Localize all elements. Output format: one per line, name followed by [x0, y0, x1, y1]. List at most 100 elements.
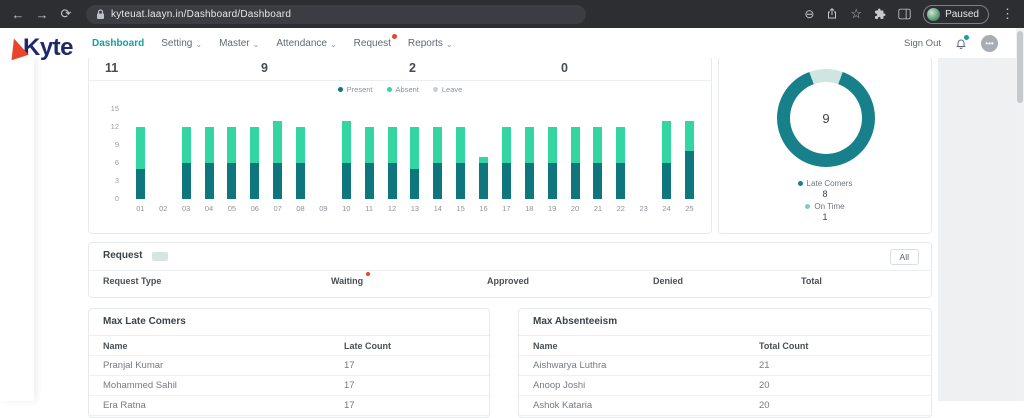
- zoom-out-icon[interactable]: ⊖: [804, 7, 814, 21]
- bar-segment-present: [250, 163, 260, 199]
- bar-01: [135, 109, 145, 199]
- nav-item-setting[interactable]: Setting ⌄: [161, 38, 202, 49]
- bar-segment-absent: [501, 127, 511, 163]
- nav-item-master[interactable]: Master ⌄: [219, 38, 259, 49]
- x-axis-label: 25: [685, 204, 694, 213]
- chevron-down-icon: ⌄: [195, 39, 203, 49]
- profile-sync-paused-button[interactable]: Paused: [923, 4, 989, 24]
- sign-out-link[interactable]: Sign Out: [904, 38, 941, 49]
- bar-11: [364, 109, 374, 199]
- bar-segment-present: [479, 163, 489, 199]
- notification-bell-icon[interactable]: [955, 34, 969, 50]
- nav-item-reports[interactable]: Reports ⌄: [408, 38, 453, 49]
- request-table-header: Request Type Waiting Approved Denied Total: [89, 272, 931, 288]
- bar-slot: 07: [266, 109, 289, 213]
- request-title: Request: [103, 250, 143, 261]
- kyte-logo[interactable]: Kyte: [5, 34, 74, 62]
- x-axis-label: 12: [387, 204, 397, 213]
- legend-label: Leave: [441, 85, 463, 94]
- bar-13: [410, 109, 420, 199]
- share-icon[interactable]: [826, 8, 838, 20]
- bar-21: [593, 109, 603, 199]
- request-column-waiting: Waiting: [331, 272, 371, 286]
- nav-item-request[interactable]: Request: [354, 33, 397, 49]
- y-axis-tick: 3: [114, 176, 119, 185]
- forward-icon[interactable]: →: [30, 7, 54, 22]
- bar-slot: 18: [518, 109, 541, 213]
- x-axis-label: 14: [433, 204, 442, 213]
- x-axis-label: 18: [525, 204, 534, 213]
- profile-status-label: Paused: [945, 8, 979, 20]
- nav-item-attendance[interactable]: Attendance ⌄: [276, 38, 336, 49]
- x-axis-label: 19: [548, 204, 557, 213]
- x-axis-label: 15: [456, 204, 465, 213]
- bar-24: [662, 109, 672, 199]
- back-icon[interactable]: ←: [6, 7, 30, 22]
- x-axis-label: 24: [662, 204, 671, 213]
- refresh-icon[interactable]: ⟳: [54, 6, 78, 22]
- request-column-approved: Approved: [487, 276, 530, 286]
- cell-value: 20: [759, 400, 770, 411]
- x-axis-label: 01: [136, 204, 145, 213]
- request-card: Request All Request Type Waiting Approved D…: [88, 242, 932, 298]
- x-axis-label: 11: [365, 204, 374, 213]
- extensions-puzzle-icon[interactable]: [874, 8, 886, 20]
- x-axis-label: 03: [182, 204, 191, 213]
- table-row: Anoop Joshi 20: [519, 376, 931, 396]
- bar-slot: 14: [426, 109, 449, 213]
- cell-value: 17: [344, 400, 355, 411]
- browser-menu-icon[interactable]: ⋮: [1001, 6, 1014, 22]
- logo-text: Kyte: [23, 34, 74, 61]
- donut-legend-value: 8: [822, 189, 828, 199]
- bar-slot: 02: [152, 109, 175, 213]
- address-bar[interactable]: kyteuat.laayn.in/Dashboard/Dashboard: [86, 4, 586, 24]
- bar-segment-absent: [296, 127, 306, 163]
- bar-segment-present: [410, 169, 420, 199]
- y-axis-tick: 15: [110, 104, 119, 113]
- late-comers-title: Max Late Comers: [103, 316, 186, 327]
- bar-segment-present: [524, 163, 534, 199]
- bar-segment-absent: [456, 127, 466, 163]
- bookmark-star-icon[interactable]: ☆: [850, 6, 862, 22]
- page-scrollbar[interactable]: [1016, 28, 1024, 401]
- attendance-chart-card: 11 9 2 0 Present Absent Leave 15 12 9 6 3 0 01 02 03…: [88, 56, 712, 234]
- bar-segment-absent: [181, 127, 191, 163]
- bar-segment-present: [341, 163, 351, 199]
- bar-slot: 20: [564, 109, 587, 213]
- all-filter-button[interactable]: All: [889, 249, 919, 265]
- side-panel-icon[interactable]: [898, 8, 911, 20]
- table-row: Pranjal Kumar 17: [89, 356, 489, 376]
- table-header-row: Name Late Count: [89, 336, 489, 356]
- bar-20: [570, 109, 580, 199]
- table-header-row: Name Total Count: [519, 336, 931, 356]
- bar-slot: 17: [495, 109, 518, 213]
- bar-10: [341, 109, 351, 199]
- bar-14: [433, 109, 443, 199]
- bar-slot: 15: [449, 109, 472, 213]
- donut-center-value: 9: [822, 110, 830, 126]
- max-late-comers-card: Max Late Comers Name Late Count Pranjal Ku…: [88, 308, 490, 418]
- x-axis-label: 09: [319, 204, 328, 213]
- bar-05: [227, 109, 237, 199]
- donut-legend-text: On Time: [814, 202, 845, 211]
- main-nav: Dashboard Setting ⌄ Master ⌄ Attendance ⌄ Reque…: [92, 28, 453, 58]
- cell-name: Anoop Joshi: [533, 380, 586, 391]
- bar-18: [524, 109, 534, 199]
- bar-segment-absent: [410, 127, 420, 169]
- cell-value: 17: [344, 360, 355, 371]
- bar-segment-absent: [433, 127, 443, 163]
- bar-19: [547, 109, 557, 199]
- bar-segment-absent: [547, 127, 557, 163]
- late-comers-donut-card: 9 Late Comers 8 On Time 1: [718, 56, 932, 234]
- bar-17: [501, 109, 511, 199]
- scrollbar-thumb[interactable]: [1017, 31, 1023, 103]
- bar-slot: 12: [381, 109, 404, 213]
- x-axis-label: 13: [410, 204, 420, 213]
- bar-04: [204, 109, 214, 199]
- nav-item-dashboard[interactable]: Dashboard: [92, 38, 144, 49]
- bar-16: [479, 109, 489, 199]
- absenteeism-table: Name Total Count Aishwarya Luthra 21 Anoop J…: [519, 336, 931, 416]
- user-avatar[interactable]: •••: [981, 34, 998, 52]
- page-right-gutter: [938, 58, 1016, 401]
- nav-notification-dot: [391, 33, 397, 39]
